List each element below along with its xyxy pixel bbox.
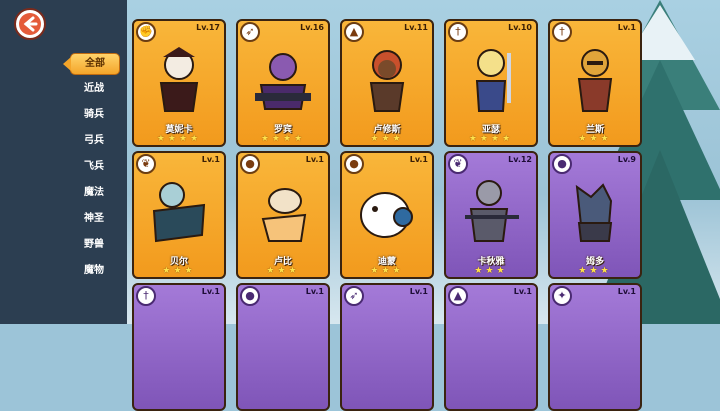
hero-level: Lv.1: [617, 287, 636, 296]
category-flyer[interactable]: 飞兵: [66, 157, 122, 177]
beast-icon: ●: [240, 154, 260, 174]
category-melee[interactable]: 近战: [66, 79, 122, 99]
hero-stars: ★★★: [578, 266, 612, 276]
hero-portrait: [450, 167, 532, 253]
hero-card[interactable]: † Lv.1 兰斯 ★★★: [548, 19, 642, 147]
hero-card[interactable]: ● Lv.1 迪蒙 ★★★: [340, 151, 434, 279]
holy-icon: ✦: [552, 286, 572, 306]
wizard-hat-icon: ▲: [448, 286, 468, 306]
hero-stars: ★★★: [266, 266, 300, 276]
category-beast[interactable]: 野兽: [66, 235, 122, 255]
beast-icon: ●: [240, 286, 260, 306]
hero-card[interactable]: ● Lv.1 卢比 ★★★: [236, 151, 330, 279]
hero-portrait: [346, 35, 428, 121]
wings-icon: ❦: [136, 154, 156, 174]
hero-card[interactable]: ➶ Lv.16 罗宾 ★★★★: [236, 19, 330, 147]
back-arrow-icon: [19, 13, 41, 35]
hero-stars: ★★★★: [156, 134, 202, 144]
hero-stars: ★★★: [474, 266, 508, 276]
hero-stars: ★★★★: [260, 134, 306, 144]
hero-portrait: [242, 167, 324, 253]
hero-level: Lv.1: [617, 23, 636, 32]
hero-level: Lv.1: [201, 155, 220, 164]
hero-portrait: [554, 35, 636, 121]
hero-level: Lv.1: [513, 287, 532, 296]
hero-portrait: [554, 167, 636, 253]
sword-icon: †: [448, 22, 468, 42]
hero-stars: ★★★★: [468, 134, 514, 144]
sword-icon: †: [136, 286, 156, 306]
category-holy[interactable]: 神圣: [66, 209, 122, 229]
hero-portrait: [450, 35, 532, 121]
hero-card[interactable]: ● Lv.9 姆多 ★★★: [548, 151, 642, 279]
hero-level: Lv.9: [617, 155, 636, 164]
category-archer[interactable]: 弓兵: [66, 131, 122, 151]
bow-icon: ➶: [344, 286, 364, 306]
hero-stars: ★★★: [370, 266, 404, 276]
hero-card[interactable]: ➶ Lv.1: [340, 283, 434, 411]
hero-level: Lv.1: [305, 155, 324, 164]
back-button[interactable]: [14, 8, 46, 40]
hero-level: Lv.12: [508, 155, 532, 164]
hero-level: Lv.1: [305, 287, 324, 296]
category-all[interactable]: 全部: [63, 53, 120, 75]
hero-card[interactable]: ● Lv.1: [236, 283, 330, 411]
hero-stars: ★★★: [578, 134, 612, 144]
hero-portrait: [346, 167, 428, 253]
wizard-hat-icon: ▲: [344, 22, 364, 42]
hero-stars: ★★★: [370, 134, 404, 144]
hero-portrait: [242, 35, 324, 121]
category-sidebar: 全部 近战 骑兵 弓兵 飞兵 魔法 神圣 野兽 魔物: [0, 0, 127, 324]
category-cavalry[interactable]: 骑兵: [66, 105, 122, 125]
category-magic[interactable]: 魔法: [66, 183, 122, 203]
hero-level: Lv.10: [508, 23, 532, 32]
hero-card[interactable]: ▲ Lv.1: [444, 283, 538, 411]
hero-card[interactable]: ❦ Lv.12 卡秋雅 ★★★: [444, 151, 538, 279]
hero-level: Lv.1: [409, 155, 428, 164]
hero-portrait: [138, 167, 220, 253]
hero-stars: ★★★: [162, 266, 196, 276]
hero-card[interactable]: ✊ Lv.17 莫妮卡 ★★★★: [132, 19, 226, 147]
fist-icon: ✊: [136, 22, 156, 42]
hero-level: Lv.1: [409, 287, 428, 296]
hero-portrait: [138, 35, 220, 121]
hero-level: Lv.16: [300, 23, 324, 32]
category-monster[interactable]: 魔物: [66, 261, 122, 281]
beast-icon: ●: [344, 154, 364, 174]
wings-icon: ❦: [448, 154, 468, 174]
hero-card[interactable]: ▲ Lv.11 卢修斯 ★★★: [340, 19, 434, 147]
hero-level: Lv.17: [196, 23, 220, 32]
sword-icon: †: [552, 22, 572, 42]
hero-card[interactable]: ✦ Lv.1: [548, 283, 642, 411]
hero-card[interactable]: ❦ Lv.1 贝尔 ★★★: [132, 151, 226, 279]
bow-icon: ➶: [240, 22, 260, 42]
hero-level: Lv.1: [201, 287, 220, 296]
hero-card[interactable]: † Lv.1: [132, 283, 226, 411]
hero-level: Lv.11: [404, 23, 428, 32]
hero-card[interactable]: † Lv.10 亚瑟 ★★★★: [444, 19, 538, 147]
beast-icon: ●: [552, 154, 572, 174]
